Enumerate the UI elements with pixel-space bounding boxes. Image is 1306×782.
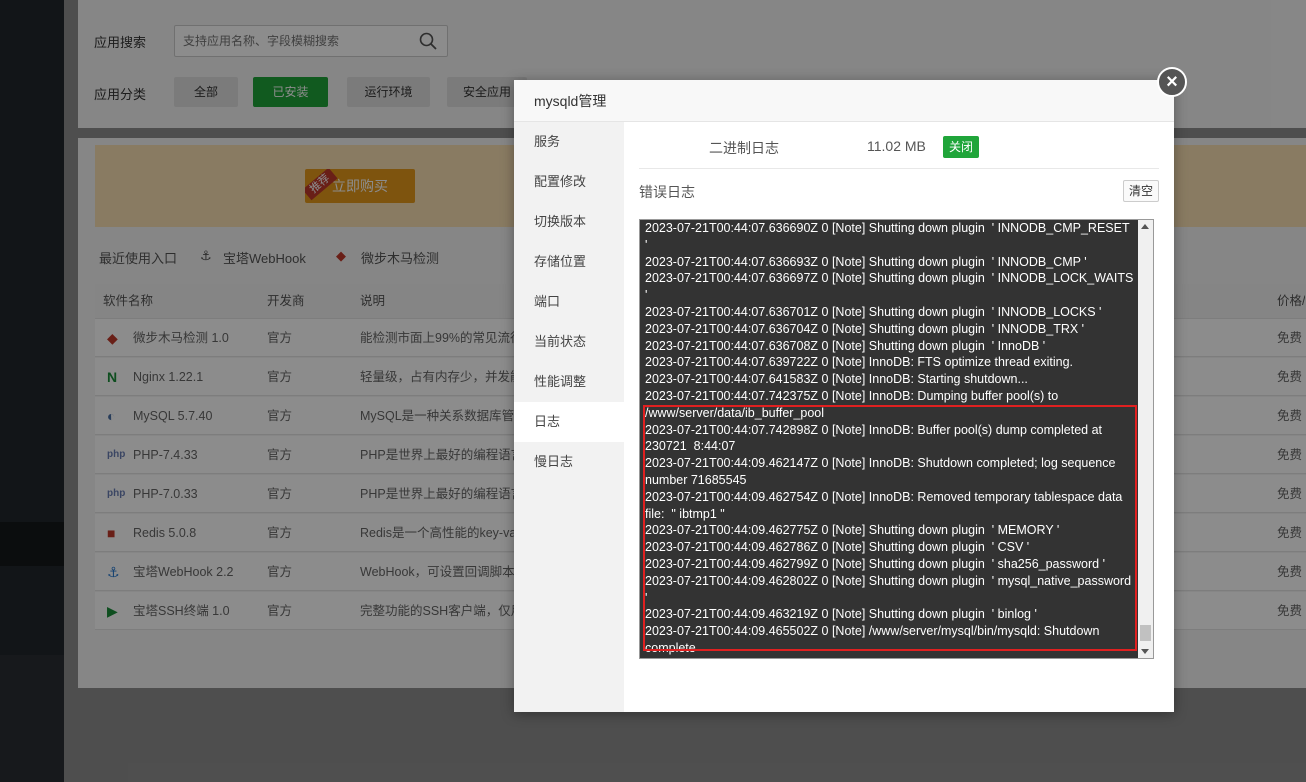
modal-nav-item[interactable]: 存储位置 xyxy=(514,242,624,282)
modal-nav-item[interactable]: 性能调整 xyxy=(514,362,624,402)
highlight-box xyxy=(643,405,1137,651)
modal-title: mysqld管理 xyxy=(514,80,1174,122)
log-scrollbar[interactable] xyxy=(1138,220,1153,658)
scroll-down-icon[interactable] xyxy=(1141,649,1149,654)
binlog-label: 二进制日志 xyxy=(709,140,779,156)
scroll-up-icon[interactable] xyxy=(1141,224,1149,229)
binlog-toggle-button[interactable]: 关闭 xyxy=(943,136,979,158)
modal-nav-item[interactable]: 当前状态 xyxy=(514,322,624,362)
modal-nav-item[interactable]: 配置修改 xyxy=(514,162,624,202)
modal-nav-item[interactable]: 服务 xyxy=(514,122,624,162)
modal-nav-item[interactable]: 端口 xyxy=(514,282,624,322)
modal-nav-item[interactable]: 慢日志 xyxy=(514,442,624,482)
modal-nav-item[interactable]: 切换版本 xyxy=(514,202,624,242)
clear-log-button[interactable]: 清空 xyxy=(1123,180,1159,202)
error-log-label: 错误日志 xyxy=(639,184,695,200)
modal-nav-item[interactable]: 日志 xyxy=(514,402,624,442)
scroll-thumb[interactable] xyxy=(1140,625,1151,641)
binlog-row: 二进制日志 11.02 MB 关闭 xyxy=(639,122,1159,169)
modal-close-button[interactable]: × xyxy=(1157,67,1187,97)
modal-nav: 服务 配置修改 切换版本 存储位置 端口 当前状态 性能调整 日志 慢日志 xyxy=(514,122,624,712)
binlog-size: 11.02 MB xyxy=(867,138,926,154)
